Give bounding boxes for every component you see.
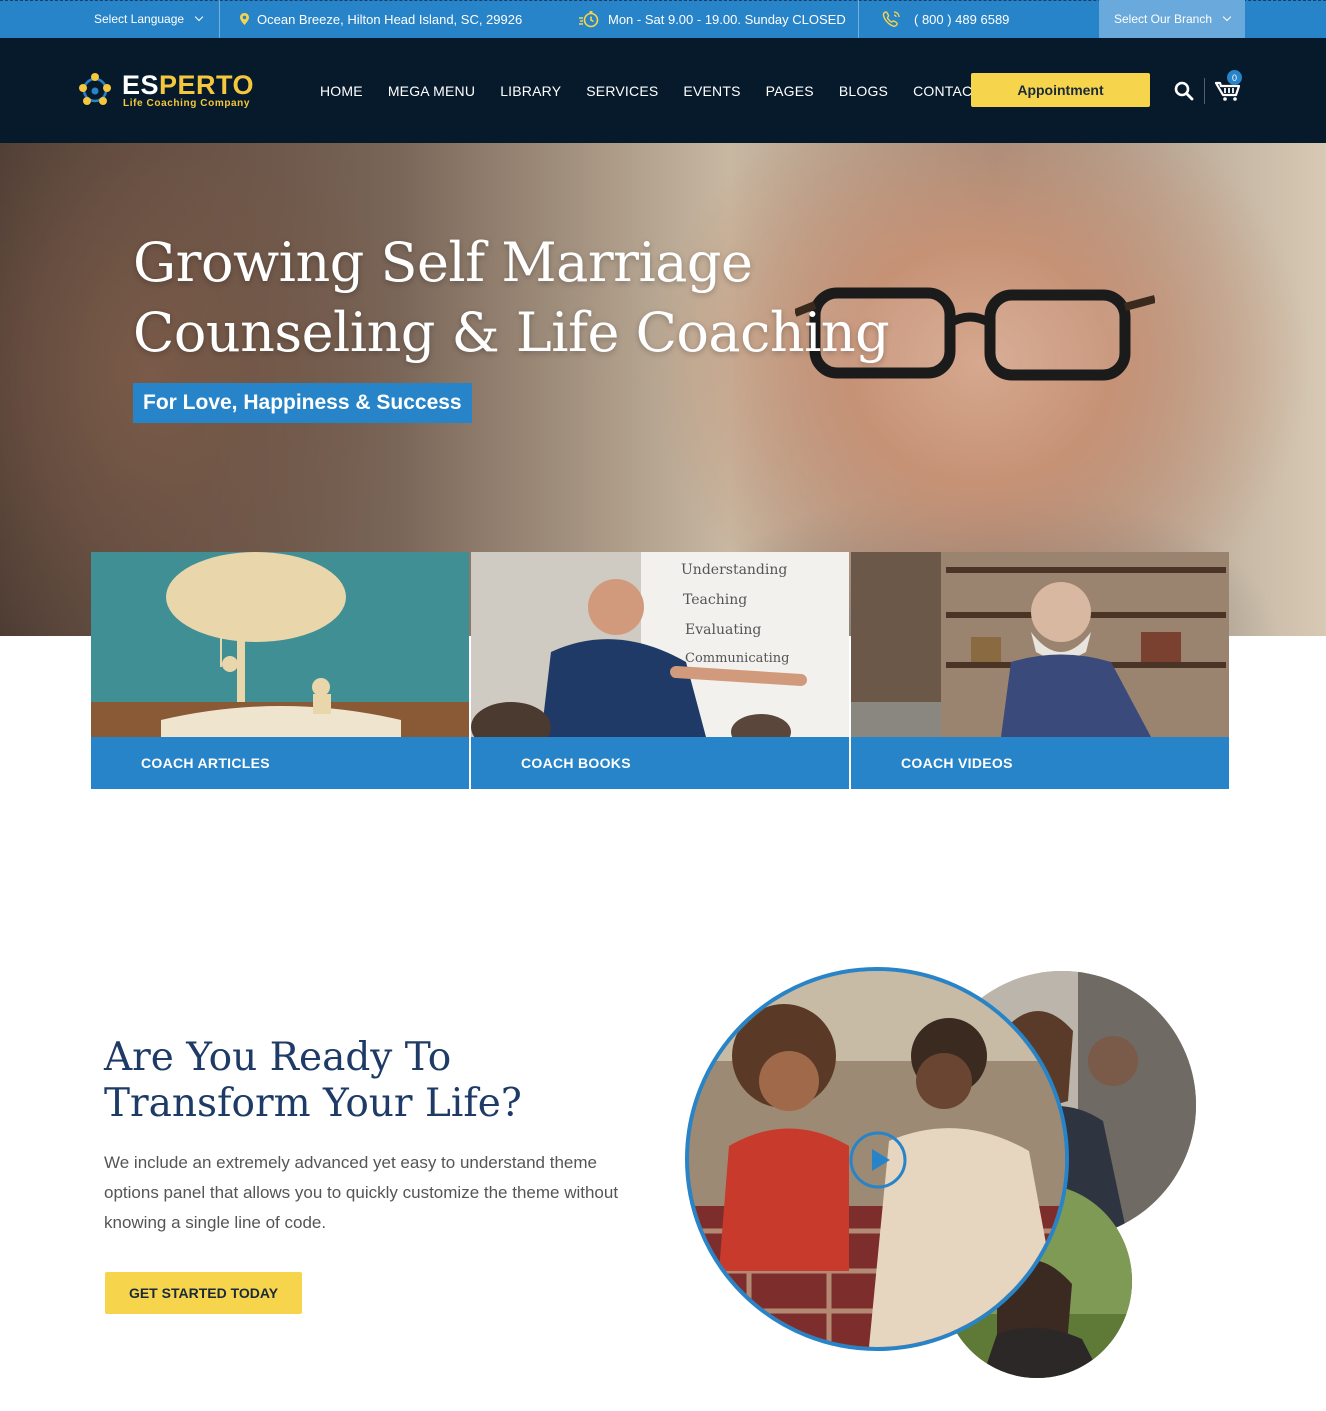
hero-title: Growing Self Marriage Counseling & Life …: [133, 228, 890, 368]
language-select[interactable]: Select Language: [94, 0, 204, 38]
card-coach-videos[interactable]: COACH VIDEOS: [851, 552, 1229, 789]
transform-heading-line1: Are You Ready To: [104, 1035, 452, 1080]
divider: [858, 0, 859, 38]
get-started-button[interactable]: GET STARTED TODAY: [105, 1272, 302, 1314]
nav-home[interactable]: HOME: [320, 83, 363, 99]
card-image: Understanding Teaching Evaluating Commun…: [471, 552, 849, 737]
chevron-down-icon: [194, 12, 204, 22]
phone-icon: [882, 10, 902, 28]
branch-select[interactable]: Select Our Branch: [1099, 0, 1245, 38]
hero-tagline: For Love, Happiness & Success: [133, 383, 472, 423]
phone-info[interactable]: ( 800 ) 489 6589: [882, 0, 1009, 38]
chevron-down-icon: [1222, 12, 1232, 22]
phone-text: ( 800 ) 489 6589: [914, 11, 1010, 27]
address-info: Ocean Breeze, Hilton Head Island, SC, 29…: [240, 0, 522, 38]
branch-label: Select Our Branch: [1113, 12, 1213, 26]
map-pin-icon: [240, 13, 249, 25]
logo-mark-icon: [79, 73, 111, 105]
brand-tagline: Life Coaching Company: [123, 98, 251, 109]
coach-cards: COACH ARTICLES Understanding Teaching Ev…: [91, 552, 1229, 789]
brand-name: ESPERTO: [122, 70, 255, 100]
hero-title-line2: Counseling & Life Coaching: [133, 301, 890, 364]
appointment-button[interactable]: Appointment: [971, 73, 1150, 107]
nav-mega-menu[interactable]: MEGA MENU: [388, 83, 475, 99]
transform-body: We include an extremely advanced yet eas…: [104, 1153, 619, 1232]
svg-text:Understanding: Understanding: [681, 562, 787, 578]
play-icon[interactable]: [848, 1130, 908, 1190]
language-label: Select Language: [94, 12, 185, 26]
transform-heading: Are You Ready To Transform Your Life?: [104, 1035, 522, 1127]
divider: [219, 0, 220, 38]
nav-blogs[interactable]: BLOGS: [839, 83, 888, 99]
address-text: Ocean Breeze, Hilton Head Island, SC, 29…: [257, 11, 523, 27]
hours-info: Mon - Sat 9.00 - 19.00. Sunday CLOSED: [578, 0, 846, 38]
nav-pages[interactable]: PAGES: [766, 83, 814, 99]
main-menu: HOME MEGA MENU LIBRARY SERVICES EVENTS P…: [320, 38, 1030, 143]
hours-text: Mon - Sat 9.00 - 19.00. Sunday CLOSED: [608, 11, 846, 27]
clock-icon: [578, 10, 600, 28]
search-icon[interactable]: [1174, 81, 1194, 101]
card-coach-articles[interactable]: COACH ARTICLES: [91, 552, 469, 789]
divider: [1204, 78, 1205, 104]
nav-events[interactable]: EVENTS: [683, 83, 740, 99]
card-coach-books[interactable]: Understanding Teaching Evaluating Commun…: [471, 552, 849, 789]
card-image: [851, 552, 1229, 737]
main-navbar: ESPERTO Life Coaching Company HOME MEGA …: [0, 38, 1326, 143]
svg-text:Teaching: Teaching: [683, 592, 747, 608]
card-image: [91, 552, 469, 737]
hero-title-line1: Growing Self Marriage: [133, 231, 753, 294]
svg-text:Communicating: Communicating: [685, 651, 789, 666]
svg-text:Evaluating: Evaluating: [685, 622, 761, 638]
brand-logo[interactable]: ESPERTO Life Coaching Company: [76, 69, 256, 111]
top-info-bar: Select Language Ocean Breeze, Hilton Hea…: [0, 0, 1326, 38]
card-label: COACH ARTICLES: [91, 737, 469, 789]
cart-count-badge: 0: [1227, 70, 1242, 85]
transform-heading-line2: Transform Your Life?: [104, 1081, 522, 1126]
nav-library[interactable]: LIBRARY: [500, 83, 561, 99]
card-label: COACH BOOKS: [471, 737, 849, 789]
nav-services[interactable]: SERVICES: [586, 83, 658, 99]
card-label: COACH VIDEOS: [851, 737, 1229, 789]
